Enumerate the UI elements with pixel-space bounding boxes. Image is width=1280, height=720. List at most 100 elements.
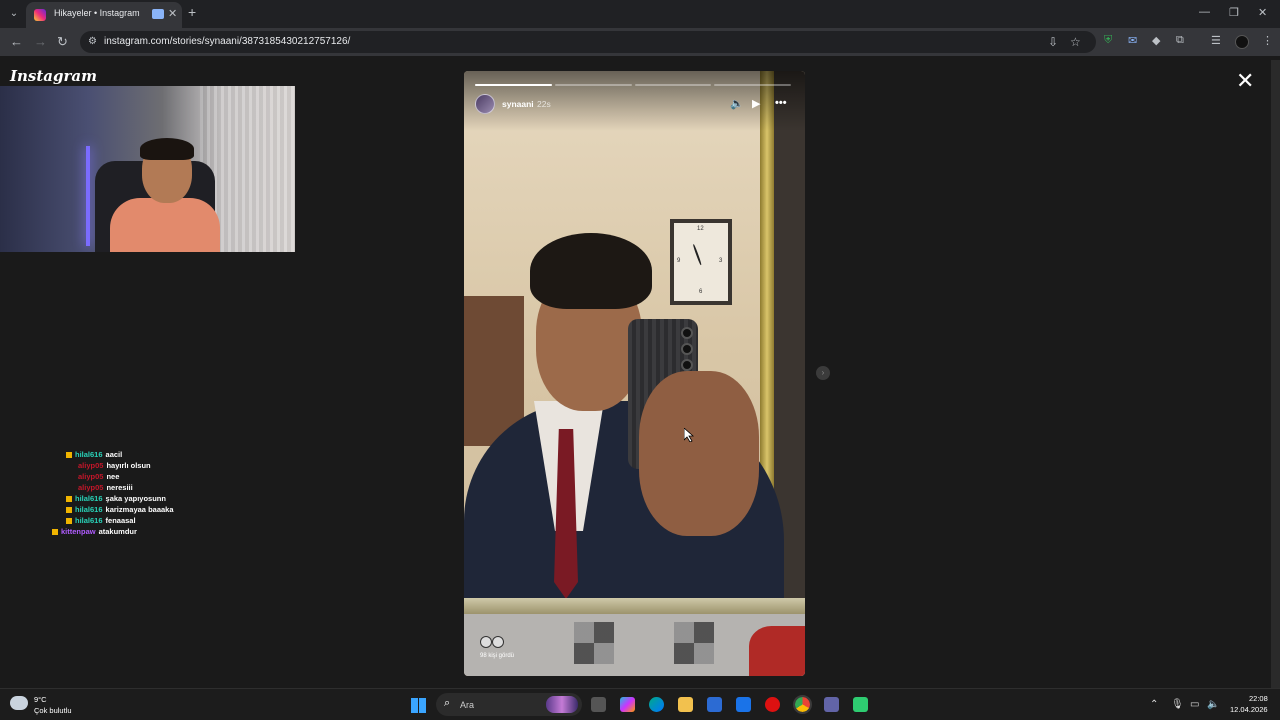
chat-badge-icon <box>52 529 58 536</box>
microphone-icon[interactable]: 🎙 <box>1171 699 1184 710</box>
webcam-overlay <box>0 86 295 252</box>
chat-badge-icon <box>66 518 72 525</box>
chrome-icon[interactable] <box>793 695 812 714</box>
chat-text: fenaasal <box>105 516 136 525</box>
chat-text: atakumdur <box>98 527 137 536</box>
browser-toolbar: ← → ↻ ⚙ instagram.com/stories/synaani/38… <box>0 28 1280 56</box>
person-hair <box>530 233 652 309</box>
tab-instagram-stories[interactable]: Hikayeler • Instagram ✕ <box>26 2 182 28</box>
taskbar-search[interactable]: ⌕ Ara <box>436 693 582 716</box>
story-viewers[interactable]: 98 kişi gördü <box>480 635 514 659</box>
chat-message: hilal616 fenaasal <box>52 515 252 526</box>
profile-avatar[interactable] <box>1235 35 1249 49</box>
windows-start-icon[interactable] <box>411 698 426 713</box>
taskbar-date[interactable]: 12.04.2026 <box>1230 705 1268 714</box>
cloud-weather-icon[interactable] <box>10 696 28 710</box>
phone-camera <box>681 359 693 371</box>
browser-menu-icon[interactable]: ⋮ <box>1262 34 1273 47</box>
chat-message: aliyp05 nee <box>52 471 252 482</box>
tab-close-icon[interactable]: ✕ <box>168 7 177 20</box>
chat-username: hilal616 <box>75 494 103 503</box>
bookmark-star-icon[interactable]: ☆ <box>1070 35 1081 49</box>
chat-message: hilal616 şaka yapıyosunn <box>52 493 252 504</box>
instagram-logo[interactable]: Instagram <box>10 67 97 85</box>
chat-username: hilal616 <box>75 516 103 525</box>
media-controls-icon[interactable]: ☰ <box>1211 34 1221 47</box>
streamer-hair <box>140 138 194 160</box>
back-arrow-icon[interactable]: ← <box>10 34 23 49</box>
file-explorer-icon[interactable] <box>678 697 693 712</box>
copilot-icon[interactable] <box>620 697 635 712</box>
new-tab-button[interactable]: + <box>188 4 196 20</box>
app-icon[interactable] <box>853 697 868 712</box>
opera-icon[interactable] <box>765 697 780 712</box>
story-viewer[interactable]: 12 3 6 9 synaani 22s 🔈 ▶ ••• 98 kişi gör… <box>464 71 805 676</box>
clock-number: 3 <box>719 258 723 264</box>
mouse-cursor-icon <box>684 428 694 442</box>
story-author-avatar[interactable] <box>475 94 495 114</box>
red-object <box>749 626 805 676</box>
story-progress-segment <box>554 84 632 86</box>
tab-title: Hikayeler • Instagram <box>54 8 140 18</box>
window-close-button[interactable]: ✕ <box>1258 6 1267 19</box>
address-bar[interactable]: ⚙ instagram.com/stories/synaani/38731854… <box>80 31 1096 53</box>
weather-temperature[interactable]: 9°C <box>34 695 47 704</box>
network-icon[interactable]: ▭ <box>1190 699 1199 710</box>
chat-message: aliyp05 hayırlı olsun <box>52 460 252 471</box>
search-placeholder: Ara <box>460 700 475 710</box>
wall-clock: 12 3 6 9 <box>670 219 732 305</box>
led-lamp <box>86 146 90 246</box>
chat-username: aliyp05 <box>78 461 104 470</box>
volume-icon[interactable]: 🔈 <box>1207 699 1219 710</box>
teams-icon[interactable] <box>824 697 839 712</box>
edge-icon[interactable] <box>649 697 664 712</box>
search-icon: ⌕ <box>444 697 451 709</box>
instagram-stories-page: Instagram ✕ hilal616 aacil aliyp05 hayırlı … <box>0 56 1280 688</box>
mirror-bottom-frame <box>464 598 805 614</box>
phone-camera <box>681 327 693 339</box>
hand <box>639 371 759 536</box>
next-story-arrow-icon[interactable]: › <box>816 366 830 380</box>
forward-arrow-icon[interactable]: → <box>34 34 47 49</box>
play-icon[interactable]: ▶ <box>752 97 760 110</box>
chat-username: aliyp05 <box>78 472 104 481</box>
tile <box>574 622 614 664</box>
tile <box>674 622 714 664</box>
weather-description[interactable]: Çok bulutlu <box>34 706 72 715</box>
more-options-icon[interactable]: ••• <box>775 97 787 109</box>
restore-button[interactable]: ❐ <box>1229 6 1239 19</box>
extensions-puzzle-icon[interactable]: ⧉ <box>1176 34 1184 47</box>
chat-text: aacil <box>105 450 123 459</box>
url-text[interactable]: instagram.com/stories/synaani/3873185430… <box>104 36 350 47</box>
story-username[interactable]: synaani <box>502 99 534 109</box>
mail-icon[interactable] <box>736 697 751 712</box>
instagram-favicon-icon <box>34 9 46 21</box>
minimize-button[interactable]: — <box>1199 6 1210 18</box>
site-info-icon[interactable]: ⚙ <box>88 36 97 47</box>
chat-text: nee <box>106 472 120 481</box>
close-story-icon[interactable]: ✕ <box>1236 70 1254 92</box>
chat-badge-icon <box>66 452 72 459</box>
store-icon[interactable] <box>707 697 722 712</box>
mute-icon[interactable]: 🔈 <box>730 97 744 110</box>
story-progress-segment <box>475 84 552 86</box>
chat-text: karizmayaa baaaka <box>105 505 174 514</box>
tray-chevron-icon[interactable]: ⌃ <box>1150 699 1158 710</box>
viewers-count: 98 kişi gördü <box>480 653 515 659</box>
scrollbar[interactable] <box>1271 60 1280 688</box>
clock-number: 6 <box>699 289 703 295</box>
search-highlight-icon <box>546 696 578 713</box>
extension-badge-icon[interactable]: ✉ <box>1128 34 1137 47</box>
install-app-icon[interactable]: ⇩ <box>1048 35 1058 49</box>
chat-text: şaka yapıyosunn <box>105 494 166 503</box>
chat-message: hilal616 aacil <box>52 449 252 460</box>
reload-icon[interactable]: ↻ <box>57 34 68 50</box>
tab-search-chevron-icon[interactable]: ⌄ <box>6 6 22 22</box>
media-playing-icon[interactable] <box>152 9 164 19</box>
task-view-icon[interactable] <box>591 697 606 712</box>
extension-diamond-icon[interactable]: ◆ <box>1152 34 1160 47</box>
taskbar-time[interactable]: 22:08 <box>1249 694 1268 703</box>
chat-message: kittenpaw atakumdur <box>52 526 252 537</box>
browser-tab-bar: ⌄ Hikayeler • Instagram ✕ + — ❐ ✕ <box>0 0 1280 28</box>
shield-extension-icon[interactable]: ⛨ <box>1104 34 1112 47</box>
